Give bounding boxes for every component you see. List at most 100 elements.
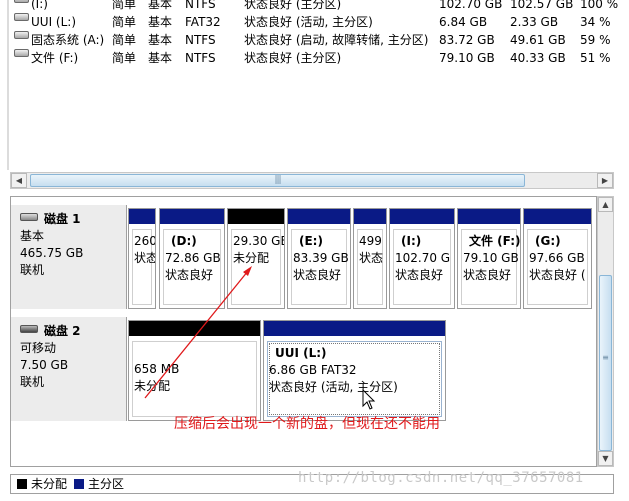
annotation-text: 压缩后会出现一个新的盘，但现在还不能用 — [174, 416, 440, 432]
disk-size: 7.50 GB — [20, 358, 69, 372]
volume-layout: 简单 — [112, 15, 137, 29]
volume-capacity: 79.10 GB — [439, 51, 495, 65]
mouse-pointer-icon — [362, 389, 376, 410]
volume-type: 基本 — [148, 51, 173, 65]
volume-status: 状态良好 (主分区) — [244, 51, 342, 65]
partition-status: 状态良好 — [293, 268, 342, 282]
partition-block[interactable]: (D:) 72.86 GB 状态良好 — [159, 208, 225, 309]
unallocated-block[interactable]: 29.30 GB 未分配 — [227, 208, 285, 309]
unallocated-block[interactable]: 658 MB 未分配 — [128, 320, 261, 421]
partition-block[interactable]: (G:) 97.66 GB 状态良好 ( — [523, 208, 592, 309]
partition-block[interactable]: 文件 (F:) 79.10 GB 状态良好 — [457, 208, 521, 309]
volume-filesystem: NTFS — [185, 51, 216, 65]
volume-row[interactable]: (I:) 简单 基本 NTFS 状态良好 (主分区) 102.70 GB 102… — [0, 0, 629, 13]
partition-block[interactable]: (I:) 102.70 G 状态良好 — [389, 208, 455, 309]
volume-list: (I:) 简单 基本 NTFS 状态良好 (主分区) 102.70 GB 102… — [0, 0, 629, 170]
partition-size: 29.30 GB — [233, 234, 285, 248]
partition-label: 文件 (F:) — [469, 234, 521, 248]
partition-size: 499 — [359, 234, 382, 248]
partition-status: 状态良好 — [395, 268, 444, 282]
volume-free-percent: 51 % — [580, 51, 611, 65]
volume-free: 2.33 GB — [510, 15, 559, 29]
partition-type-bar — [129, 209, 155, 224]
disk-name: 磁盘 2 — [44, 324, 81, 338]
disk-1-header[interactable]: 磁盘 1 基本 465.75 GB 联机 — [11, 205, 127, 309]
volume-status: 状态良好 (活动, 主分区) — [244, 15, 373, 29]
disk-kind: 基本 — [20, 229, 45, 243]
volume-name: UUI (L:) — [31, 15, 77, 29]
volume-layout: 简单 — [112, 33, 137, 47]
disk-2-header[interactable]: 磁盘 2 可移动 7.50 GB 联机 — [11, 317, 127, 421]
partition-status: 状态良好 — [165, 268, 214, 282]
partition-size: 102.70 G — [395, 251, 451, 265]
drive-icon — [14, 31, 29, 39]
drive-icon — [14, 49, 29, 57]
partition-block[interactable]: 260 状态 — [128, 208, 156, 309]
scroll-right-button[interactable]: ▶ — [597, 173, 613, 188]
legend-label: 主分区 — [88, 477, 125, 491]
scroll-up-button[interactable]: ▲ — [598, 197, 613, 212]
volume-capacity: 6.84 GB — [439, 15, 488, 29]
volume-layout: 简单 — [112, 51, 137, 65]
partition-type-bar — [390, 209, 454, 224]
volume-type: 基本 — [148, 33, 173, 47]
partition-size: 6.86 GB FAT32 — [269, 363, 357, 377]
disk-state: 联机 — [20, 375, 45, 389]
partition-status: 状态良好 — [463, 268, 512, 282]
volume-free-percent: 59 % — [580, 33, 611, 47]
volume-free-percent: 100 % — [580, 0, 619, 11]
partition-label: (G:) — [535, 234, 561, 248]
volume-free: 40.33 GB — [510, 51, 566, 65]
vertical-scrollbar[interactable]: ▲ ≡ ▼ — [597, 196, 614, 467]
partition-type-bar — [129, 321, 260, 336]
partition-type-bar — [524, 209, 591, 224]
drive-icon — [14, 13, 29, 21]
vertical-scroll-thumb[interactable]: ≡ — [599, 275, 612, 451]
disk-kind: 可移动 — [20, 341, 57, 355]
volume-capacity: 83.72 GB — [439, 33, 495, 47]
horizontal-scrollbar[interactable]: ◀ ||| ▶ — [10, 172, 614, 189]
scroll-down-button[interactable]: ▼ — [598, 451, 613, 466]
partition-block[interactable]: 499 状态 — [353, 208, 387, 309]
volume-status: 状态良好 (主分区) — [244, 0, 342, 11]
legend-swatch-unallocated — [17, 479, 27, 489]
volume-capacity: 102.70 GB — [439, 0, 503, 11]
volume-status: 状态良好 (启动, 故障转储, 主分区) — [244, 33, 429, 47]
partition-label: (I:) — [401, 234, 422, 248]
partition-status: 状态 — [134, 251, 156, 265]
volume-filesystem: NTFS — [185, 0, 216, 11]
volume-name: 文件 (F:) — [31, 51, 79, 65]
horizontal-scroll-thumb[interactable]: ||| — [30, 174, 525, 187]
legend-swatch-primary — [74, 479, 84, 489]
volume-row[interactable]: 文件 (F:) 简单 基本 NTFS 状态良好 (主分区) 79.10 GB 4… — [0, 49, 629, 67]
partition-label: (E:) — [299, 234, 323, 248]
legend-label: 未分配 — [31, 477, 68, 491]
partition-block-selected[interactable]: UUI (L:) 6.86 GB FAT32 状态良好 (活动, 主分区) — [263, 320, 446, 421]
volume-row[interactable]: UUI (L:) 简单 基本 FAT32 状态良好 (活动, 主分区) 6.84… — [0, 13, 629, 31]
volume-name: (I:) — [31, 0, 48, 11]
partition-status: 未分配 — [134, 379, 171, 393]
volume-filesystem: NTFS — [185, 33, 216, 47]
partition-block[interactable]: (E:) 83.39 GB 状态良好 — [287, 208, 351, 309]
volume-free-percent: 34 % — [580, 15, 611, 29]
disk-name: 磁盘 1 — [44, 212, 81, 226]
volume-layout: 简单 — [112, 0, 137, 11]
partition-status: 状态 — [359, 251, 384, 265]
volume-free: 102.57 GB — [510, 0, 574, 11]
volume-row[interactable]: 固态系统 (A:) 简单 基本 NTFS 状态良好 (启动, 故障转储, 主分区… — [0, 31, 629, 49]
watermark: http://blog.csdn.net/qq_37657081 — [298, 470, 584, 486]
partition-size: 83.39 GB — [293, 251, 349, 265]
disk-size: 465.75 GB — [20, 246, 84, 260]
scroll-left-button[interactable]: ◀ — [11, 173, 27, 188]
partition-size: 97.66 GB — [529, 251, 585, 265]
volume-type: 基本 — [148, 0, 173, 11]
partition-size: 72.86 GB — [165, 251, 221, 265]
hard-disk-icon — [20, 213, 38, 221]
partition-status: 状态良好 ( — [529, 268, 586, 282]
partition-type-bar — [354, 209, 386, 224]
volume-filesystem: FAT32 — [185, 15, 221, 29]
partition-size: 79.10 GB — [463, 251, 519, 265]
partition-type-bar — [458, 209, 520, 224]
partition-size: 658 MB — [134, 362, 180, 376]
partition-size: 260 — [134, 234, 156, 248]
